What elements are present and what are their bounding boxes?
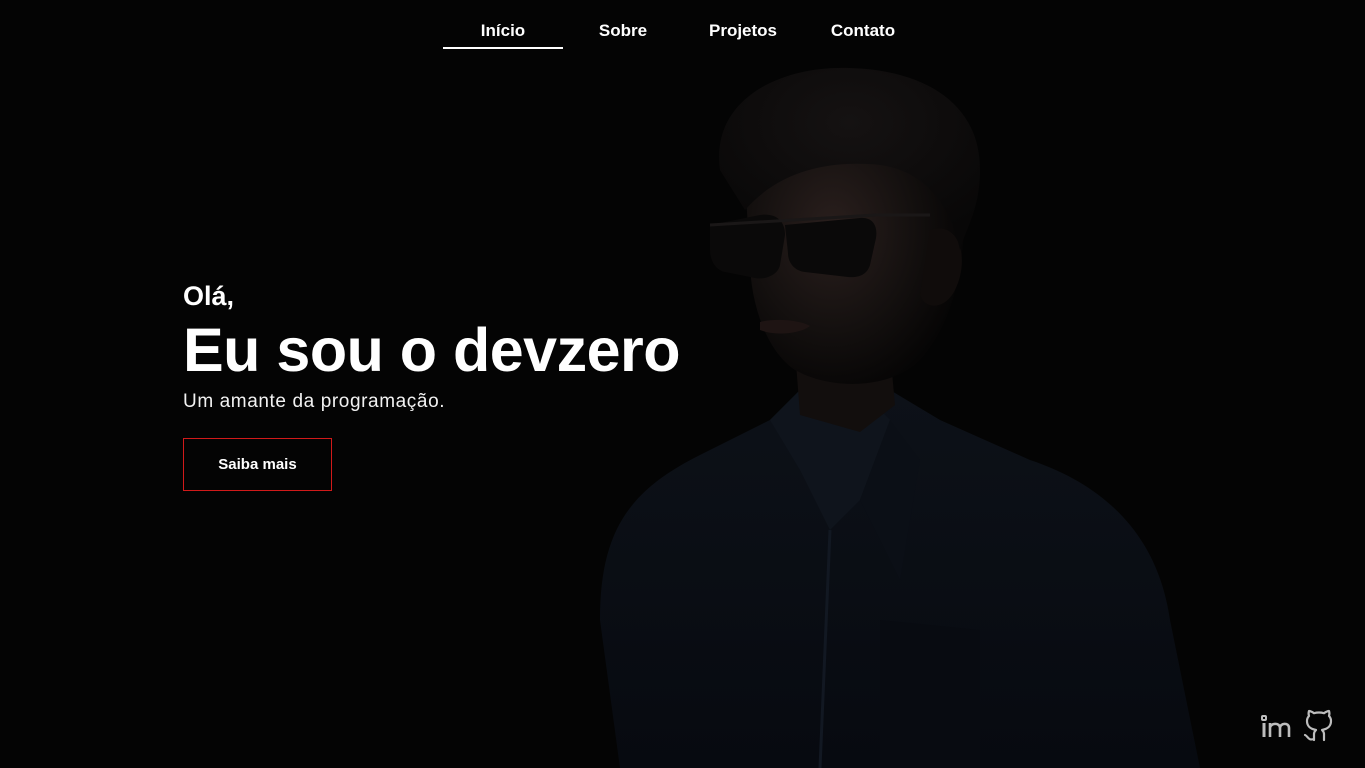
main-nav: Início Sobre Projetos Contato bbox=[0, 0, 1365, 60]
nav-item-projetos[interactable]: Projetos bbox=[683, 14, 803, 48]
linkedin-icon[interactable] bbox=[1258, 708, 1292, 744]
nav-item-contato[interactable]: Contato bbox=[803, 14, 923, 48]
saiba-mais-button[interactable]: Saiba mais bbox=[183, 438, 332, 491]
hero-page: Início Sobre Projetos Contato Olá, Eu so… bbox=[0, 0, 1365, 768]
hero-section: Olá, Eu sou o devzero Um amante da progr… bbox=[183, 278, 743, 416]
hero-subtitle: Um amante da programação. bbox=[183, 391, 446, 412]
hero-headline: Eu sou o devzero bbox=[183, 316, 681, 384]
nav-item-inicio[interactable]: Início bbox=[443, 14, 563, 49]
nav-item-sobre[interactable]: Sobre bbox=[563, 14, 683, 48]
hero-greeting: Olá, bbox=[183, 281, 235, 311]
github-icon[interactable] bbox=[1302, 708, 1336, 744]
